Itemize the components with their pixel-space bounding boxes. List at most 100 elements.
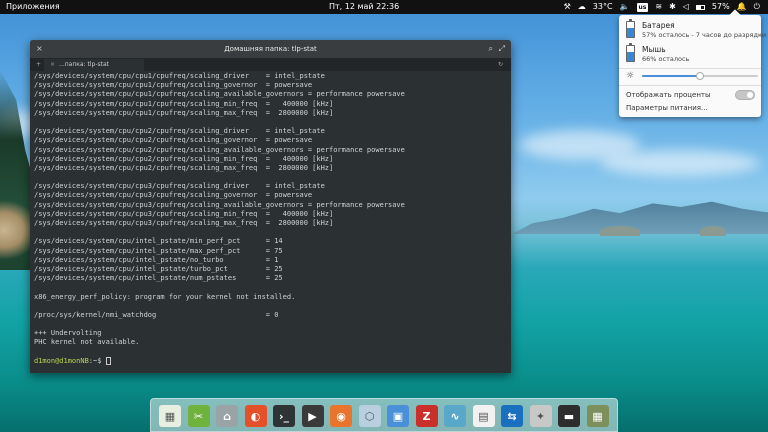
- terminal-output[interactable]: /sys/devices/system/cpu/cpu1/cpufreq/sca…: [34, 72, 508, 370]
- temperature-label[interactable]: 33°C: [593, 0, 613, 14]
- wallpaper-island: [700, 226, 726, 236]
- package-manager-icon-glyph: ⬡: [358, 405, 381, 427]
- terminal-window: × Домашняя папка: tlp-stat ⌕ ⤢ + × ...пап…: [30, 40, 511, 373]
- brightness-slider-knob[interactable]: [696, 72, 704, 80]
- battery-title: Батарея: [642, 21, 675, 30]
- terminal-app-icon[interactable]: ›_: [273, 405, 295, 427]
- terminal-line: /sys/devices/system/cpu/cpu2/cpufreq/sca…: [34, 145, 405, 154]
- power-settings-row[interactable]: Параметры питания...: [626, 104, 755, 114]
- panel-clock[interactable]: Пт, 12 май 22:36: [329, 0, 399, 14]
- brightness-slider[interactable]: [642, 72, 758, 80]
- terminal-line: /sys/devices/system/cpu/cpu1/cpufreq/sca…: [34, 81, 313, 90]
- power-settings-link[interactable]: Параметры питания...: [626, 104, 708, 112]
- maximize-icon[interactable]: ⤢: [499, 40, 505, 58]
- sky-cloud: [600, 150, 760, 176]
- screen-recorder-icon-glyph: ▬: [558, 405, 580, 427]
- calculator-icon[interactable]: ▦: [586, 405, 609, 427]
- terminal-line: /sys/devices/system/cpu/cpu3/cpufreq/sca…: [34, 200, 405, 209]
- brightness-icon: ☼: [626, 71, 635, 81]
- remote-desktop-icon[interactable]: ▣: [387, 405, 409, 427]
- package-manager-icon[interactable]: ⬡: [358, 405, 381, 427]
- terminal-tabbar: + × ...папка: tlp-stat ↻: [30, 58, 511, 71]
- dock: ▦ ✂ ⌂ ◐ ›_ ▶ ◉ ⬡ ▣ Z ∿ ▤ ⇆ ✦ ▬ ▦: [150, 398, 618, 432]
- filezilla-icon[interactable]: Z: [415, 405, 438, 427]
- terminal-line: /sys/devices/system/cpu/intel_pstate/max…: [34, 246, 283, 255]
- terminal-line: /proc/sys/kernel/nmi_watchdog = 0: [34, 310, 279, 319]
- search-icon[interactable]: ⌕: [489, 40, 493, 58]
- cleaner-icon[interactable]: ✦: [529, 405, 552, 427]
- terminal-line: /sys/devices/system/cpu/cpu2/cpufreq/sca…: [34, 127, 325, 136]
- keyboard-layout-indicator[interactable]: us: [636, 2, 649, 12]
- terminal-line: /sys/devices/system/cpu/cpu3/cpufreq/sca…: [34, 219, 334, 227]
- terminal-line: /sys/devices/system/cpu/cpu3/cpufreq/sca…: [34, 182, 325, 191]
- tools-app-icon-glyph: ✂: [187, 405, 210, 427]
- terminal-line: /sys/devices/system/cpu/intel_pstate/no_…: [34, 255, 279, 264]
- mouse-battery-icon: [626, 43, 635, 62]
- spreadsheet-app-icon[interactable]: ▦: [159, 405, 181, 427]
- calculator-icon-glyph: ▦: [586, 405, 609, 427]
- terminal-titlebar[interactable]: × Домашняя папка: tlp-stat ⌕ ⤢: [30, 40, 511, 58]
- home-folder-icon[interactable]: ⌂: [216, 405, 238, 427]
- prompt-suffix: :~$: [88, 356, 106, 365]
- mouse-status: 66% осталось: [642, 55, 690, 63]
- tab-label: ...папка: tlp-stat: [59, 61, 110, 68]
- terminal-line: +++ Undervolting: [34, 329, 102, 338]
- media-player-icon-glyph: ▶: [301, 405, 324, 427]
- remote-desktop-icon-glyph: ▣: [387, 405, 409, 427]
- weather-icon[interactable]: ☁: [578, 0, 586, 14]
- mouse-title: Мышь: [642, 45, 666, 54]
- terminal-app-icon-glyph: ›_: [273, 405, 295, 427]
- terminal-line: /sys/devices/system/cpu/cpu1/cpufreq/sca…: [34, 72, 325, 80]
- terminal-line: /sys/devices/system/cpu/cpu2/cpufreq/sca…: [34, 163, 334, 172]
- screen-recorder-icon[interactable]: ▬: [558, 405, 580, 427]
- window-title: Домашняя папка: tlp-stat: [224, 45, 317, 53]
- terminal-tab[interactable]: × ...папка: tlp-stat: [44, 59, 144, 71]
- filezilla-icon-glyph: Z: [415, 405, 438, 427]
- network-icon[interactable]: ⚒: [564, 0, 571, 14]
- terminal-line: PHC kernel not available.: [34, 338, 140, 347]
- applications-menu[interactable]: Приложения: [6, 0, 60, 14]
- close-tab-icon[interactable]: ×: [50, 61, 55, 68]
- text-editor-icon[interactable]: ▤: [472, 405, 495, 427]
- tools-app-icon[interactable]: ✂: [187, 405, 210, 427]
- terminal-line: /sys/devices/system/cpu/cpu3/cpufreq/sca…: [34, 209, 334, 218]
- sound-icon[interactable]: 🔈: [620, 0, 630, 14]
- terminal-line: x86_energy_perf_policy: program for your…: [34, 292, 296, 301]
- wifi-icon[interactable]: ≋: [655, 0, 662, 14]
- firefox-icon[interactable]: ◉: [330, 405, 352, 427]
- tab-history-icon[interactable]: ↻: [498, 58, 503, 71]
- office-suite-icon[interactable]: ◐: [244, 405, 267, 427]
- cleaner-icon-glyph: ✦: [529, 405, 552, 427]
- volume-icon[interactable]: ◁: [683, 0, 689, 14]
- battery-icon[interactable]: [695, 4, 705, 10]
- terminal-line: /sys/devices/system/cpu/cpu1/cpufreq/sca…: [34, 90, 405, 99]
- brightness-row: ☼: [626, 71, 758, 81]
- battery-percent-label[interactable]: 57%: [712, 0, 730, 14]
- terminal-line: /sys/devices/system/cpu/intel_pstate/num…: [34, 274, 283, 283]
- terminal-line: /sys/devices/system/cpu/cpu1/cpufreq/sca…: [34, 99, 334, 108]
- new-tab-icon[interactable]: +: [36, 58, 41, 71]
- system-monitor-icon[interactable]: ∿: [444, 405, 466, 427]
- show-percent-label: Отображать проценты: [626, 91, 711, 99]
- top-panel: Приложения Пт, 12 май 22:36 ⚒ ☁ 33°C 🔈 u…: [0, 0, 768, 14]
- media-player-icon[interactable]: ▶: [301, 405, 324, 427]
- show-percent-toggle[interactable]: [735, 90, 755, 100]
- home-folder-icon-glyph: ⌂: [216, 405, 238, 427]
- power-icon[interactable]: ⏻: [754, 0, 760, 14]
- terminal-line: /sys/devices/system/cpu/cpu3/cpufreq/sca…: [34, 191, 313, 200]
- terminal-line: /sys/devices/system/cpu/intel_pstate/min…: [34, 237, 283, 246]
- prompt-user: d1mon@d1monNB: [34, 356, 89, 365]
- battery-status: 57% осталось - 7 часов до разрядки: [642, 31, 767, 39]
- bluetooth-icon[interactable]: ✱: [669, 0, 676, 14]
- mouse-entry: Мышь 66% осталось: [626, 43, 755, 65]
- teamviewer-icon-glyph: ⇆: [501, 405, 523, 427]
- show-percent-row[interactable]: Отображать проценты: [626, 90, 755, 101]
- divider: [619, 68, 761, 69]
- teamviewer-icon[interactable]: ⇆: [501, 405, 523, 427]
